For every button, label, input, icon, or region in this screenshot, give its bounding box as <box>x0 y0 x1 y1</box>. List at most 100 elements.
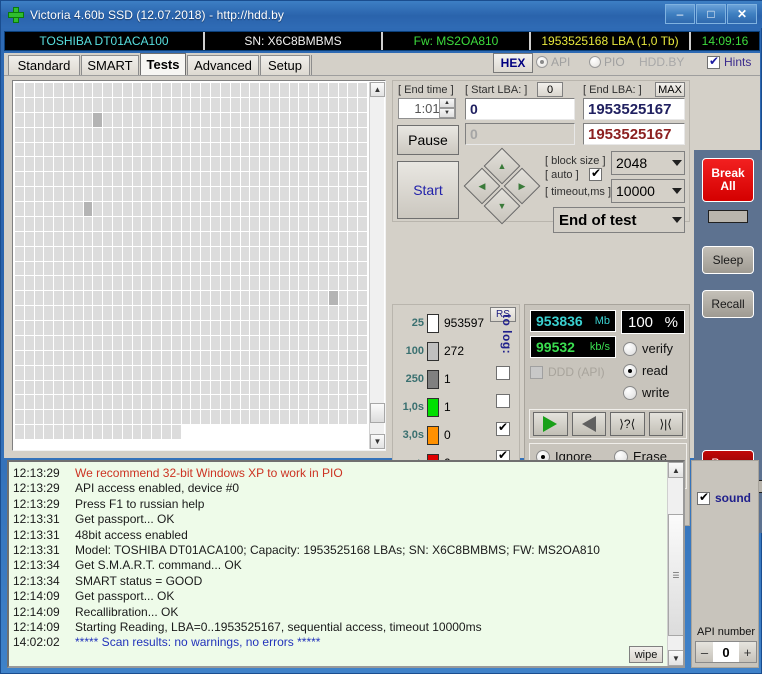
hints-toggle[interactable]: Hints <box>707 54 751 69</box>
surface-map-cell <box>171 276 181 291</box>
wipe-log-button[interactable]: wipe <box>629 646 663 663</box>
mode-radio-verify[interactable]: verify <box>623 341 673 356</box>
log-panel[interactable]: 12:13:29 We recommend 32-bit Windows XP t… <box>7 460 685 668</box>
random-access-button[interactable]: ⟩?⟨ <box>610 412 645 436</box>
sound-toggle[interactable]: sound <box>697 490 751 505</box>
surface-map-cell <box>24 350 34 365</box>
mode-radio-write[interactable]: write <box>623 385 669 400</box>
end-lba-max-button[interactable]: MAX <box>655 82 685 97</box>
scroll-down-icon[interactable]: ▼ <box>370 434 385 449</box>
log-scrollbar-thumb[interactable]: ☰ <box>668 514 683 636</box>
auto-checkbox[interactable] <box>589 166 602 181</box>
api-number-decrement[interactable]: – <box>696 642 713 662</box>
ddd-checkbox-icon[interactable] <box>530 365 543 379</box>
maximize-button[interactable]: □ <box>696 4 726 24</box>
surface-map-cell <box>338 410 348 425</box>
start-lba-input[interactable]: 0 <box>465 98 575 120</box>
surface-map-cell <box>220 202 230 216</box>
play-reverse-button[interactable] <box>571 412 606 436</box>
surface-map-cell <box>44 291 54 306</box>
surface-map-cell <box>328 83 338 97</box>
surface-map-cell <box>15 395 24 410</box>
end-time-down-icon[interactable]: ▼ <box>439 108 455 118</box>
surface-map-cell <box>73 187 83 201</box>
surface-map-cell <box>34 97 44 112</box>
surface-map-cell <box>34 306 44 320</box>
log-scrollbar[interactable]: ▲ ☰ ▼ <box>667 462 683 666</box>
surface-map-cell <box>15 112 24 127</box>
surface-map-cell <box>132 306 142 320</box>
end-lba-input[interactable]: 1953525167 <box>583 98 685 120</box>
surface-map-cell <box>358 380 367 395</box>
surface-map-cell <box>122 83 132 97</box>
surface-map-cell <box>201 350 211 365</box>
interface-radio-api[interactable]: API <box>536 55 570 69</box>
sound-label: sound <box>715 491 751 505</box>
surface-map-cell <box>191 142 201 157</box>
api-number-value[interactable]: 0 <box>713 642 739 662</box>
end-time-stepper[interactable]: ▲ ▼ <box>439 98 455 119</box>
surface-map-cell <box>181 321 191 335</box>
scrollbar-thumb[interactable] <box>370 403 385 423</box>
scroll-up-icon[interactable]: ▲ <box>370 82 385 97</box>
tab-tests[interactable]: Tests <box>140 53 186 75</box>
surface-map-cell <box>181 350 191 365</box>
pause-button[interactable]: Pause <box>397 125 459 155</box>
surface-map-cell <box>240 276 250 291</box>
surface-map-cell <box>83 172 93 187</box>
to-log-checkbox[interactable] <box>496 420 510 436</box>
surface-map-cell <box>132 231 142 246</box>
hints-checkbox-icon[interactable] <box>707 54 720 69</box>
start-lba-zero-button[interactable]: 0 <box>537 82 563 97</box>
surface-map-cell <box>260 112 269 127</box>
butterfly-access-button[interactable]: ⟩|⟨ <box>648 412 683 436</box>
surface-map-cell <box>64 395 73 410</box>
break-all-button[interactable]: Break All <box>702 158 754 202</box>
surface-map-cell <box>309 380 318 395</box>
to-log-checkbox[interactable] <box>496 366 510 380</box>
interface-radio-pio[interactable]: PIO <box>589 55 625 69</box>
surface-map-scrollbar[interactable]: ▲ ▼ <box>369 82 385 449</box>
surface-map-cell <box>201 142 211 157</box>
sound-checkbox-icon[interactable] <box>697 490 710 505</box>
surface-map-cell <box>54 306 64 320</box>
tab-smart[interactable]: SMART <box>81 55 139 75</box>
tab-advanced[interactable]: Advanced <box>187 55 259 75</box>
surface-map-cell <box>181 231 191 246</box>
close-button[interactable]: ✕ <box>727 4 757 24</box>
surface-map-cell <box>348 276 358 291</box>
log-scroll-down-icon[interactable]: ▼ <box>668 650 683 666</box>
surface-map-cell <box>240 410 250 425</box>
surface-map-cell <box>44 172 54 187</box>
surface-map-cell <box>181 83 191 97</box>
api-number-stepper[interactable]: – 0 + <box>695 641 757 663</box>
surface-map-cell <box>152 231 162 246</box>
end-action-select[interactable]: End of test <box>553 207 685 233</box>
sleep-button[interactable]: Sleep <box>702 246 754 274</box>
api-number-increment[interactable]: + <box>739 642 756 662</box>
surface-map-cell <box>132 425 142 439</box>
ddd-api-toggle[interactable]: DDD (API) <box>530 365 605 379</box>
block-size-select[interactable]: 2048 <box>611 151 685 175</box>
recall-button[interactable]: Recall <box>702 290 754 318</box>
tab-standard[interactable]: Standard <box>8 55 80 75</box>
minimize-button[interactable]: – <box>665 4 695 24</box>
surface-map-cell <box>15 83 24 97</box>
surface-map[interactable]: ▲ ▼ <box>12 80 386 451</box>
legend-color-swatch <box>427 425 439 445</box>
tab-setup[interactable]: Setup <box>260 55 310 75</box>
surface-map-cell <box>103 216 113 231</box>
end-time-up-icon[interactable]: ▲ <box>439 98 455 108</box>
hex-button[interactable]: HEX <box>493 53 533 73</box>
play-forward-button[interactable] <box>533 412 568 436</box>
surface-map-cell <box>44 335 54 350</box>
log-scroll-up-icon[interactable]: ▲ <box>668 462 683 478</box>
surface-map-cell <box>299 216 309 231</box>
surface-map-cell <box>250 246 260 261</box>
timeout-select[interactable]: 10000 <box>611 179 685 203</box>
speed-unit: kb/s <box>589 341 610 353</box>
to-log-checkbox[interactable] <box>496 394 510 408</box>
surface-map-cell <box>132 410 142 425</box>
start-button[interactable]: Start <box>397 161 459 219</box>
mode-radio-read[interactable]: read <box>623 363 668 378</box>
